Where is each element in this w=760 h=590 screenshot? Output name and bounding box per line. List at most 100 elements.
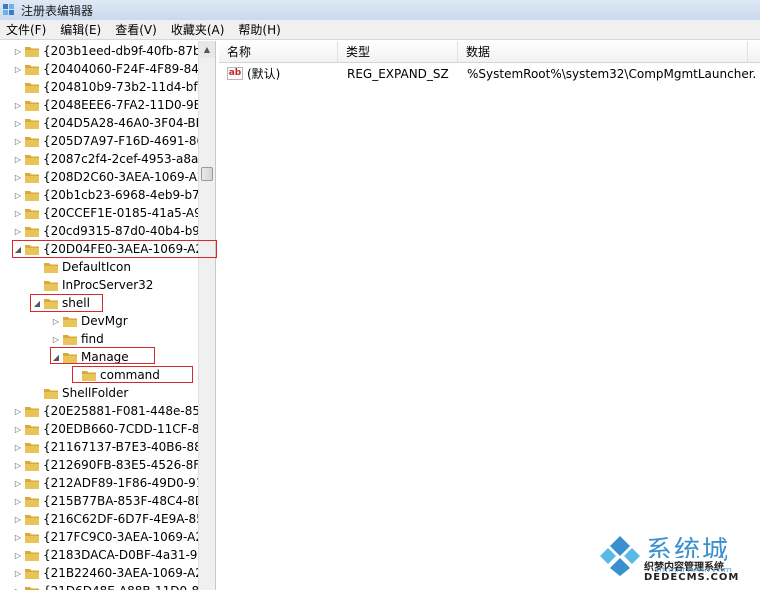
tree-item[interactable]: ▷ {21D6D48E-A88B-11D0-83DD bbox=[12, 582, 215, 590]
scroll-up-button[interactable]: ▲ bbox=[199, 41, 215, 58]
folder-icon bbox=[25, 118, 39, 129]
expand-arrow-icon[interactable]: ▷ bbox=[12, 222, 24, 240]
expand-arrow-icon[interactable]: ▷ bbox=[12, 564, 24, 582]
tree-item[interactable]: ▷ {20b1cb23-6968-4eb9-b7d4- bbox=[12, 186, 216, 204]
tree-item-label: {20CCEF1E-0185-41a5-A933- bbox=[43, 206, 216, 220]
tree-item[interactable]: ▷ {216C62DF-6D7F-4E9A-8571 bbox=[12, 510, 215, 528]
expand-arrow-icon[interactable]: ▷ bbox=[50, 330, 62, 348]
menu-view[interactable]: 查看(V) bbox=[109, 20, 165, 40]
expand-arrow-icon[interactable]: ▷ bbox=[12, 420, 24, 438]
tree-item[interactable]: ShellFolder bbox=[31, 384, 128, 402]
value-type: REG_EXPAND_SZ bbox=[347, 67, 449, 81]
tree-item[interactable]: ▷ {20CCEF1E-0185-41a5-A933- bbox=[12, 204, 216, 222]
tree-item[interactable]: ▷ {212690FB-83E5-4526-8FD7- bbox=[12, 456, 216, 474]
folder-icon bbox=[63, 316, 77, 327]
watermark: 系统城 织梦内容管理系统 xitongcheng.com DEDECMS.COM bbox=[596, 528, 756, 588]
tree-item[interactable]: ▷ {2183DACA-D0BF-4a31-97F7 bbox=[12, 546, 215, 564]
expand-arrow-icon[interactable]: ▷ bbox=[12, 474, 24, 492]
column-name[interactable]: 名称 bbox=[219, 41, 338, 63]
menu-favorites[interactable]: 收藏夹(A) bbox=[165, 20, 233, 40]
tree-item[interactable]: ▷ {2087c2f4-2cef-4953-a8ab-6 bbox=[12, 150, 215, 168]
menu-edit[interactable]: 编辑(E) bbox=[54, 20, 109, 40]
tree-item-label: {204810b9-73b2-11d4-bf42-( bbox=[43, 80, 216, 94]
window-title: 注册表编辑器 bbox=[21, 3, 94, 18]
tree-item-label: {2048EEE6-7FA2-11D0-9E6A- bbox=[43, 98, 216, 112]
highlight-box bbox=[72, 366, 193, 383]
menu-bar: 文件(F) 编辑(E) 查看(V) 收藏夹(A) 帮助(H) bbox=[0, 20, 760, 40]
menu-file[interactable]: 文件(F) bbox=[0, 20, 54, 40]
folder-icon bbox=[25, 478, 39, 489]
tree-item[interactable]: ▷ {212ADF89-1F86-49D0-914A bbox=[12, 474, 216, 492]
tree-item-label: {20b1cb23-6968-4eb9-b7d4- bbox=[43, 188, 216, 202]
value-name: (默认) bbox=[247, 67, 281, 81]
expand-arrow-icon[interactable]: ▷ bbox=[12, 114, 24, 132]
expand-arrow-icon bbox=[31, 384, 43, 402]
tree-item-label: find bbox=[81, 332, 104, 346]
tree-item-label: {205D7A97-F16D-4691-86EF- bbox=[43, 134, 216, 148]
tree-item[interactable]: {204810b9-73b2-11d4-bf42-( bbox=[12, 78, 216, 96]
expand-arrow-icon[interactable]: ▷ bbox=[12, 528, 24, 546]
expand-arrow-icon[interactable]: ▷ bbox=[12, 132, 24, 150]
tree-item[interactable]: ▷ {20EDB660-7CDD-11CF-8DA bbox=[12, 420, 215, 438]
tree-item-label: {20E25881-F081-448e-85C9- bbox=[43, 404, 216, 418]
expand-arrow-icon[interactable]: ▷ bbox=[12, 456, 24, 474]
tree-item[interactable]: ▷ {208D2C60-3AEA-1069-A2D7 bbox=[12, 168, 215, 186]
tree-item[interactable]: InProcServer32 bbox=[31, 276, 153, 294]
folder-icon bbox=[44, 262, 58, 273]
list-item[interactable]: ab (默认) REG_EXPAND_SZ %SystemRoot%\syste… bbox=[219, 65, 760, 83]
tree-item[interactable]: ▷ {20E25881-F081-448e-85C9- bbox=[12, 402, 216, 420]
expand-arrow-icon[interactable]: ▷ bbox=[12, 42, 24, 60]
expand-arrow-icon[interactable]: ▷ bbox=[50, 312, 62, 330]
expand-arrow-icon[interactable]: ▷ bbox=[12, 582, 24, 590]
tree-item[interactable]: ▷ {217FC9C0-3AEA-1069-A2DE bbox=[12, 528, 216, 546]
title-bar: 注册表编辑器 bbox=[0, 0, 760, 20]
tree-item[interactable]: ▷ {203b1eed-db9f-40fb-87bd- bbox=[12, 42, 213, 60]
tree-item-label: DevMgr bbox=[81, 314, 128, 328]
tree-item-label: {212690FB-83E5-4526-8FD7- bbox=[43, 458, 216, 472]
expand-arrow-icon[interactable]: ▷ bbox=[12, 186, 24, 204]
folder-icon bbox=[25, 424, 39, 435]
column-data[interactable]: 数据 bbox=[458, 41, 748, 63]
expand-arrow-icon bbox=[12, 78, 24, 96]
tree-item[interactable]: DefaultIcon bbox=[31, 258, 131, 276]
expand-arrow-icon[interactable]: ▷ bbox=[12, 168, 24, 186]
tree-item[interactable]: ▷ {21B22460-3AEA-1069-A2DC bbox=[12, 564, 215, 582]
folder-icon bbox=[25, 550, 39, 561]
expand-arrow-icon[interactable]: ▷ bbox=[12, 60, 24, 78]
column-type[interactable]: 类型 bbox=[338, 41, 458, 63]
tree-item-label: {215B77BA-853F-48C4-8DC4 bbox=[43, 494, 216, 508]
tree-item-label: {212ADF89-1F86-49D0-914A bbox=[43, 476, 216, 490]
expand-arrow-icon[interactable]: ▷ bbox=[12, 438, 24, 456]
folder-icon bbox=[25, 586, 39, 590]
registry-editor-icon bbox=[3, 4, 14, 15]
tree-item[interactable]: ▷ {20404060-F24F-4F89-84C6-! bbox=[12, 60, 215, 78]
folder-icon bbox=[25, 406, 39, 417]
expand-arrow-icon[interactable]: ▷ bbox=[12, 492, 24, 510]
expand-arrow-icon[interactable]: ▷ bbox=[12, 204, 24, 222]
registry-tree[interactable]: ▷ {203b1eed-db9f-40fb-87bd- ▷ {20404060-F24… bbox=[0, 41, 216, 590]
expand-arrow-icon[interactable]: ▷ bbox=[12, 402, 24, 420]
tree-item[interactable]: ▷ {204D5A28-46A0-3F04-BD7C bbox=[12, 114, 216, 132]
tree-item[interactable]: ▷ {205D7A97-F16D-4691-86EF- bbox=[12, 132, 216, 150]
tree-item-label: {204D5A28-46A0-3F04-BD7C bbox=[43, 116, 216, 130]
tree-scrollbar[interactable]: ▲ bbox=[198, 41, 215, 590]
scroll-thumb[interactable] bbox=[201, 167, 213, 181]
folder-icon bbox=[25, 568, 39, 579]
expand-arrow-icon[interactable]: ▷ bbox=[12, 510, 24, 528]
expand-arrow-icon[interactable]: ▷ bbox=[12, 546, 24, 564]
expand-arrow-icon[interactable]: ▷ bbox=[12, 150, 24, 168]
tree-item[interactable]: ▷ find bbox=[50, 330, 104, 348]
tree-item[interactable]: ▷ {215B77BA-853F-48C4-8DC4 bbox=[12, 492, 216, 510]
tree-item-label: {217FC9C0-3AEA-1069-A2DE bbox=[43, 530, 216, 544]
tree-item-label: {20cd9315-87d0-40b4-b925- bbox=[43, 224, 216, 238]
values-list[interactable]: 名称 类型 数据 ab (默认) REG_EXPAND_SZ %SystemRo… bbox=[219, 41, 760, 590]
tree-item[interactable]: ▷ {20cd9315-87d0-40b4-b925- bbox=[12, 222, 216, 240]
tree-item[interactable]: ▷ {21167137-B7E3-40B6-8863- bbox=[12, 438, 215, 456]
tree-item[interactable]: ▷ {2048EEE6-7FA2-11D0-9E6A- bbox=[12, 96, 216, 114]
expand-arrow-icon[interactable]: ▷ bbox=[12, 96, 24, 114]
menu-help[interactable]: 帮助(H) bbox=[232, 20, 288, 40]
folder-icon bbox=[25, 208, 39, 219]
tree-item[interactable]: ▷ DevMgr bbox=[50, 312, 128, 330]
expand-arrow-icon bbox=[31, 276, 43, 294]
folder-icon bbox=[25, 532, 39, 543]
